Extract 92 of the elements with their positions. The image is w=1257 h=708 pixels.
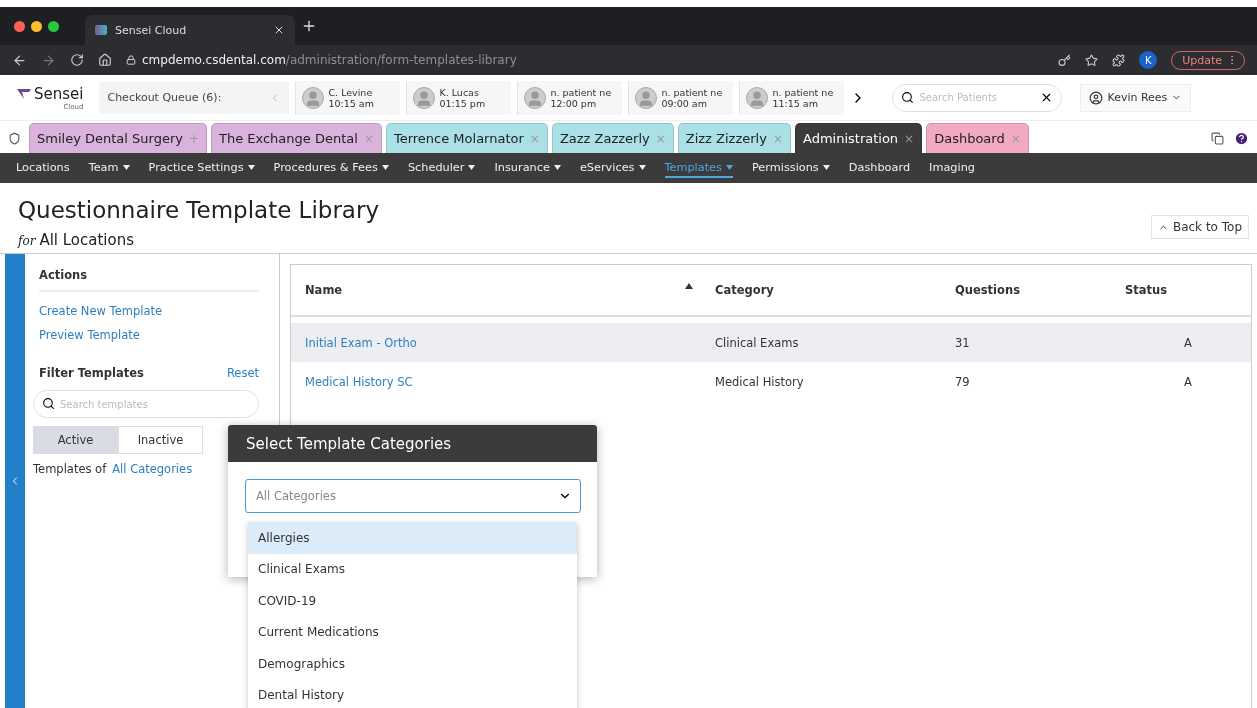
nav-item[interactable]: Practice Settings xyxy=(148,158,255,178)
nav-item[interactable]: Dashboard xyxy=(848,158,911,178)
category-link[interactable]: All Categories xyxy=(112,462,193,476)
appointment-card[interactable]: C. Levine 10:15 am xyxy=(295,80,401,115)
nav-item[interactable]: Team xyxy=(88,158,130,178)
address-bar[interactable]: cmpdemo.csdental.com/administration/form-templates-library xyxy=(126,53,1045,67)
user-menu[interactable]: Kevin Rees xyxy=(1080,83,1192,112)
logo-icon xyxy=(16,87,32,100)
avatar-icon xyxy=(413,86,436,109)
filter-label: Templates of xyxy=(33,462,107,476)
page-title: Questionnaire Template Library xyxy=(18,197,380,223)
appointment-card[interactable]: n. patient ne 11:15 am xyxy=(739,80,845,115)
app-tab[interactable]: Zizz Zizzerly × xyxy=(677,123,791,153)
appointment-card[interactable]: n. patient ne 12:00 pm xyxy=(517,80,623,115)
nav-item[interactable]: Permissions xyxy=(751,158,830,178)
section-heading: Actions xyxy=(39,268,89,282)
key-icon[interactable] xyxy=(1058,53,1072,67)
template-link[interactable]: Initial Exam - Ortho xyxy=(291,335,701,350)
windows-icon[interactable] xyxy=(1211,132,1224,145)
nav-item[interactable]: Templates xyxy=(664,158,733,178)
avatar-icon xyxy=(746,86,769,109)
logo: Sensei xyxy=(16,84,84,103)
checkout-queue[interactable]: Checkout Queue (6): xyxy=(99,81,290,114)
dropdown-option[interactable]: Allergies xyxy=(248,522,577,554)
close-icon[interactable] xyxy=(273,24,285,36)
shield-icon xyxy=(8,132,21,145)
back-to-top-button[interactable]: Back to Top xyxy=(1150,215,1249,239)
dropdown-option[interactable]: Clinical Exams xyxy=(248,553,577,585)
status-toggle[interactable]: Active xyxy=(33,426,118,454)
help-icon[interactable] xyxy=(1234,131,1249,146)
avatar-icon xyxy=(524,86,547,109)
maximize-window-icon[interactable] xyxy=(48,20,59,32)
profile-avatar[interactable]: K xyxy=(1139,51,1158,69)
app-tab[interactable]: The Exchange Dental × xyxy=(211,123,382,153)
appointment-card[interactable]: K. Lucas 01:15 pm xyxy=(406,80,512,115)
home-icon[interactable] xyxy=(98,53,112,67)
table-cell-text: Medical History xyxy=(714,374,805,389)
minimize-window-icon[interactable] xyxy=(31,20,42,32)
user-icon xyxy=(1089,90,1104,105)
dropdown-option[interactable]: COVID-19 xyxy=(248,585,577,617)
patient-search-field[interactable]: Search Patients xyxy=(892,83,1063,112)
collapse-handle[interactable] xyxy=(5,254,25,708)
reload-icon[interactable] xyxy=(70,53,84,67)
lock-icon xyxy=(126,55,136,65)
action-link[interactable]: Create New Template xyxy=(39,304,259,318)
dropdown-option[interactable]: Current Medications xyxy=(248,616,577,648)
template-search-field[interactable]: Search templates xyxy=(33,390,259,418)
appointment-card[interactable]: n. patient ne 09:00 am xyxy=(628,80,734,115)
search-icon xyxy=(901,90,915,104)
status-toggle[interactable]: Inactive xyxy=(118,426,203,454)
nav-item[interactable]: Scheduler xyxy=(407,158,476,178)
column-header[interactable]: Category xyxy=(701,283,941,297)
nav-item[interactable]: eServices xyxy=(579,158,646,178)
table-cell-text: Clinical Exams xyxy=(714,335,800,350)
column-header[interactable]: Status xyxy=(1111,283,1251,297)
app-tab[interactable]: Terrence Molarnator × xyxy=(385,123,548,153)
search-icon xyxy=(42,397,55,410)
puzzle-icon[interactable] xyxy=(1112,53,1126,67)
nav-item[interactable]: Locations xyxy=(16,158,70,178)
avatar-icon xyxy=(635,86,658,109)
reset-link[interactable]: Reset xyxy=(226,366,259,380)
nav-item[interactable]: Insurance xyxy=(494,158,561,178)
forward-icon[interactable] xyxy=(41,52,56,68)
table-cell-text: 79 xyxy=(954,374,971,389)
dropdown-option[interactable]: Dental History xyxy=(248,679,577,708)
template-link[interactable]: Medical History SC xyxy=(291,374,701,389)
dropdown-option[interactable]: Demographics xyxy=(248,648,577,680)
column-header[interactable]: Name xyxy=(291,283,701,297)
star-icon[interactable] xyxy=(1085,53,1099,67)
avatar-icon xyxy=(302,86,325,109)
favicon-icon xyxy=(95,25,107,35)
browser-tab[interactable]: Sensei Cloud xyxy=(85,15,295,45)
action-link[interactable]: Preview Template xyxy=(39,328,259,342)
app-tab[interactable]: Smiley Dental Surgery + xyxy=(29,123,207,153)
close-window-icon[interactable] xyxy=(14,20,25,32)
nav-item[interactable]: Imaging xyxy=(929,158,975,178)
back-icon[interactable] xyxy=(12,52,27,68)
category-select[interactable]: All Categories xyxy=(245,479,581,513)
tab-close-icon[interactable]: × xyxy=(904,131,915,146)
dialog-title: Select Template Categories xyxy=(228,425,597,462)
new-tab-icon[interactable] xyxy=(301,18,317,34)
table-row[interactable]: Initial Exam - Ortho Clinical Exams 31 A xyxy=(291,323,1251,362)
app-tab[interactable]: Zazz Zazzerly × xyxy=(551,123,674,153)
section-heading: Filter Templates xyxy=(39,366,144,380)
page-subtitle: for All Locations xyxy=(18,231,136,249)
app-tab[interactable]: Dashboard × xyxy=(926,123,1029,153)
table-cell-text: A xyxy=(1183,335,1193,350)
table-cell-text: A xyxy=(1183,374,1193,389)
column-header[interactable]: Questions xyxy=(941,283,1111,297)
table-cell-text: 31 xyxy=(954,335,971,350)
nav-item[interactable]: Procedures & Fees xyxy=(273,158,389,178)
app-tab[interactable]: Administration × xyxy=(794,123,923,153)
